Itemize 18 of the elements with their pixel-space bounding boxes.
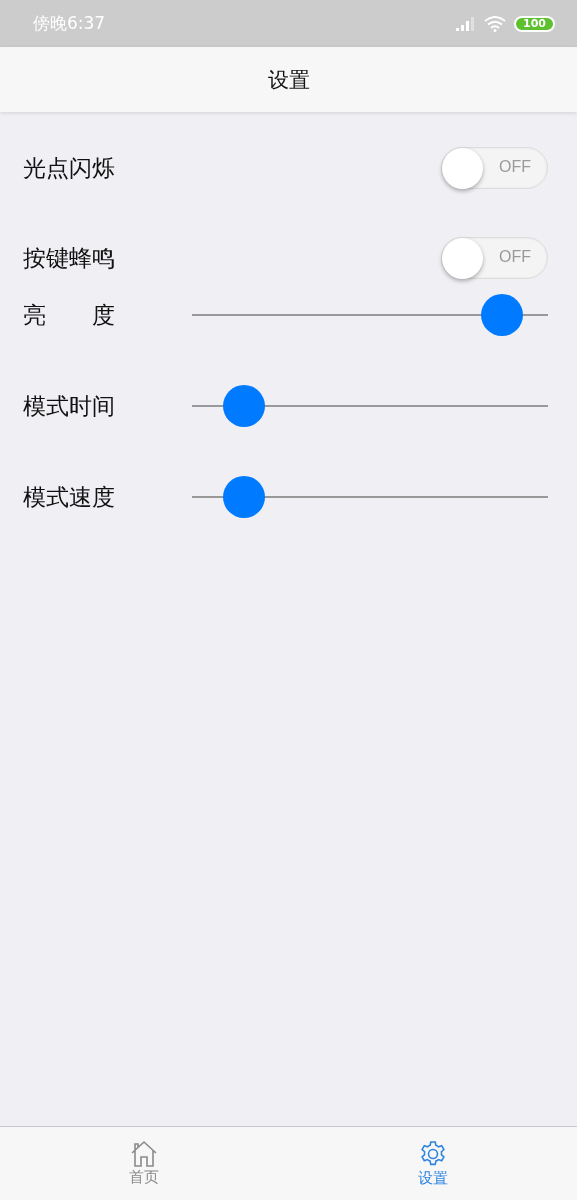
page-title: 设置 [267, 66, 310, 94]
setting-label: 亮 度 [23, 300, 116, 330]
settings-icon [418, 1139, 447, 1168]
tab[interactable]: 首页 [0, 1127, 289, 1200]
slider-thumb[interactable] [480, 294, 523, 336]
slider-thumb[interactable] [223, 476, 266, 518]
tab[interactable]: 设置 [288, 1127, 577, 1200]
signal-icon [456, 16, 477, 31]
setting-label: 模式时间 [23, 391, 116, 421]
toggle-switch[interactable]: OFF [441, 147, 548, 189]
setting-label: 模式速度 [23, 482, 116, 512]
setting-label: 光点闪烁 [23, 153, 116, 183]
setting-label: 按键蜂鸣 [23, 243, 116, 273]
toggle-switch[interactable]: OFF [441, 237, 548, 279]
house-icon [130, 1140, 159, 1167]
wifi-icon [484, 15, 507, 32]
slider-thumb[interactable] [223, 385, 266, 427]
battery-indicator: 100 [514, 15, 555, 32]
